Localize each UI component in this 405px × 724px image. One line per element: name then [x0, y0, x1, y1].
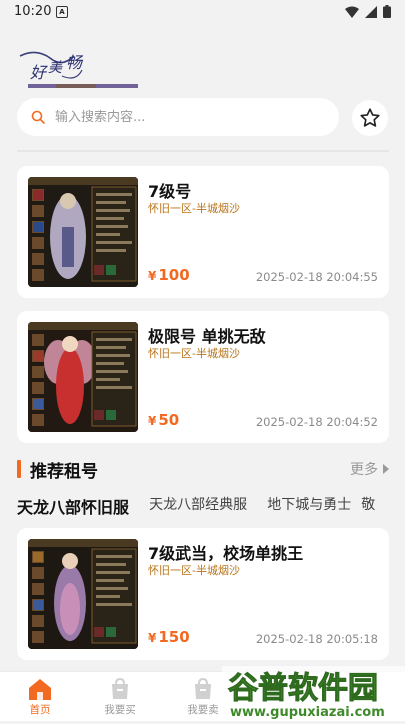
svg-text:美: 美: [48, 60, 64, 76]
tab-tlbb-classic[interactable]: 天龙八部经典服: [149, 494, 247, 514]
game-screenshot: [28, 539, 138, 649]
notification-icon: A: [56, 6, 68, 18]
nav-home[interactable]: 首页: [5, 676, 75, 717]
listing-server: 怀旧一区-半城烟沙: [148, 347, 240, 360]
shopping-bag-icon: [112, 678, 128, 699]
currency-symbol: ¥: [148, 631, 157, 645]
search-icon: [31, 110, 45, 124]
wifi-icon: [345, 6, 359, 18]
search-box[interactable]: [17, 98, 339, 136]
signal-icon: [365, 5, 377, 18]
star-icon: [360, 108, 380, 127]
app-logo: 好 美 畅: [16, 46, 138, 90]
svg-text:畅: 畅: [66, 53, 84, 72]
svg-text:谷普软件园: 谷普软件园: [228, 671, 378, 706]
listing-price: ¥50: [148, 411, 179, 429]
search-input[interactable]: [53, 108, 307, 126]
recommend-section-header: 推荐租号 更多: [17, 456, 389, 482]
tag-icon: [195, 678, 211, 699]
battery-icon: [383, 5, 391, 18]
listing-card[interactable]: 极限号 单挑无敌 怀旧一区-半城烟沙 ¥50 2025-02-18 20:04:…: [17, 311, 389, 443]
svg-text:好: 好: [30, 63, 48, 82]
listing-time: 2025-02-18 20:04:55: [255, 270, 378, 284]
game-tabs: 天龙八部怀旧服 天龙八部经典服 地下城与勇士 敬: [17, 494, 405, 520]
price-value: 100: [158, 266, 190, 284]
search-row: [0, 98, 405, 142]
nav-home-label: 首页: [29, 704, 51, 716]
banner-edge: [17, 150, 389, 152]
game-screenshot: [28, 322, 138, 432]
tab-dnf[interactable]: 地下城与勇士: [267, 494, 351, 514]
game-screenshot: [28, 177, 138, 287]
nav-buy[interactable]: 我要买: [85, 676, 155, 717]
listing-time: 2025-02-18 20:05:18: [255, 632, 378, 646]
listing-title: 极限号 单挑无敌: [148, 327, 266, 346]
tab-tlbb-nostalgia[interactable]: 天龙八部怀旧服: [17, 494, 129, 518]
listing-title: 7级号: [148, 182, 192, 201]
listing-title: 7级武当，校场单挑王: [148, 544, 304, 563]
status-time: 10:20: [14, 4, 52, 19]
section-accent-bar: [17, 460, 21, 478]
tab-partial[interactable]: 敬: [361, 494, 375, 514]
status-bar: 10:20 A: [0, 0, 405, 24]
listing-server: 怀旧一区-半城烟沙: [148, 202, 240, 215]
favorite-button[interactable]: [352, 100, 388, 136]
recommend-card[interactable]: 7级武当，校场单挑王 怀旧一区-半城烟沙 ¥150 2025-02-18 20:…: [17, 528, 389, 660]
listing-price: ¥100: [148, 266, 190, 284]
more-link[interactable]: 更多: [350, 459, 389, 479]
more-label: 更多: [350, 462, 378, 478]
listing-time: 2025-02-18 20:04:52: [255, 415, 378, 429]
home-icon: [29, 679, 51, 700]
listing-server: 怀旧一区-半城烟沙: [148, 564, 240, 577]
price-value: 150: [158, 628, 190, 646]
currency-symbol: ¥: [148, 269, 157, 283]
currency-symbol: ¥: [148, 414, 157, 428]
price-value: 50: [158, 411, 180, 429]
status-icons: [345, 5, 391, 18]
nav-sell-label: 我要卖: [187, 704, 219, 716]
watermark-logo: 谷普软件园 www.gupuxiazai.com: [222, 662, 405, 720]
listing-card[interactable]: 7级号 怀旧一区-半城烟沙 ¥100 2025-02-18 20:04:55: [17, 166, 389, 298]
listing-price: ¥150: [148, 628, 190, 646]
section-title: 推荐租号: [30, 462, 98, 482]
svg-text:www.gupuxiazai.com: www.gupuxiazai.com: [230, 705, 385, 720]
nav-buy-label: 我要买: [104, 704, 136, 716]
chevron-right-icon: [383, 464, 389, 474]
